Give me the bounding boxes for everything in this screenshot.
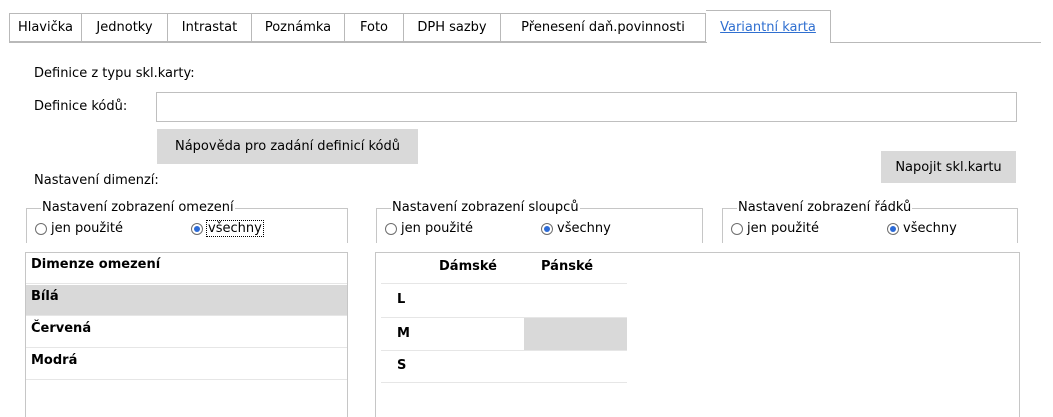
matrix-column-header: Pánské [541,259,594,274]
tab-foto[interactable]: Foto [345,13,404,42]
radio-on-icon [887,222,899,235]
tab-variantni-karta[interactable]: Variantní karta [706,10,831,43]
group-title: Nastavení zobrazení sloupců [391,200,580,215]
list-item-label: Modrá [31,353,78,368]
radio-off-icon [385,222,397,235]
definice-z-typu-label: Definice z typu skl.karty: [34,66,195,81]
radio-row: jen použité všechny [27,220,347,239]
tab-jednotky[interactable]: Jednotky [82,13,168,42]
matrix-row-header: S [397,358,407,373]
napoveda-button[interactable]: Nápověda pro zadání definicí kódů [157,129,418,164]
radio-row: jen použité všechny [723,221,1017,239]
radio-label: všechny [557,221,611,236]
matrix-cell-selected[interactable] [524,318,627,350]
tab-label: Hlavička [17,20,74,35]
radio-off-icon [731,222,743,235]
definice-kodu-field[interactable] [156,92,1017,122]
tab-dph-sazby[interactable]: DPH sazby [404,13,501,42]
restriction-list-header: Dimenze omezení [26,253,347,284]
group-zobrazeni-sloupcu: Nastavení zobrazení sloupců jen použité … [376,200,703,243]
group-zobrazeni-radku: Nastavení zobrazení řádků jen použité vš… [722,200,1018,243]
radio-label: jen použité [51,221,123,236]
list-item-label: Bílá [31,289,59,304]
napoveda-button-label: Nápověda pro zadání definicí kódů [174,139,401,154]
active-tab-gap [707,41,830,43]
radio-on-icon [191,222,203,235]
radio-on-icon [541,222,553,235]
radio-omezeni-vsechny[interactable]: všechny [191,220,264,237]
matrix-grid-line [381,382,627,383]
radio-radku-vsechny[interactable]: všechny [887,221,957,236]
radio-radku-jen-pouzite[interactable]: jen použité [731,221,819,236]
list-item-bila[interactable]: Bílá [26,285,347,316]
napojit-skl-karta-button[interactable]: Napojit skl.kartu [881,151,1016,183]
matrix-cell[interactable] [524,351,627,382]
matrix-cell[interactable] [421,351,524,382]
radio-omezeni-jen-pouzite[interactable]: jen použité [35,221,123,236]
tab-preneseni-dane[interactable]: Přenesení daň.povinnosti [501,13,706,42]
radio-sloupcu-jen-pouzite[interactable]: jen použité [385,221,473,236]
list-item-cervena[interactable]: Červená [26,317,347,348]
tab-label: Přenesení daň.povinnosti [521,20,685,35]
matrix-row-header: M [397,326,410,341]
tab-poznamka[interactable]: Poznámka [252,13,345,42]
restriction-list-panel: Dimenze omezení Bílá Červená Modrá [25,252,348,417]
tab-divider [9,42,1041,43]
list-item-modra[interactable]: Modrá [26,349,347,380]
radio-label: všechny [206,220,264,237]
restriction-header-label: Dimenze omezení [31,257,161,272]
matrix-panel: Dámské Pánské L M S [375,252,1020,417]
matrix-cell[interactable] [421,318,524,350]
radio-label: jen použité [747,221,819,236]
radio-label: všechny [903,221,957,236]
group-zobrazeni-omezeni: Nastavení zobrazení omezení jen použité … [26,200,348,243]
nastaveni-dimenzi-label: Nastavení dimenzí: [34,173,159,188]
radio-off-icon [35,222,47,235]
matrix-row-header: L [397,292,406,307]
napojit-button-label: Napojit skl.kartu [895,159,1002,175]
group-title: Nastavení zobrazení omezení [41,200,235,215]
tab-intrastat[interactable]: Intrastat [168,13,252,42]
tab-label: Foto [359,20,389,35]
group-title: Nastavení zobrazení řádků [737,200,913,215]
radio-sloupcu-vsechny[interactable]: všechny [541,221,611,236]
tab-hlavicka[interactable]: Hlavička [9,13,82,42]
radio-label: jen použité [401,221,473,236]
tab-label: Poznámka [264,20,332,35]
definice-kodu-label: Definice kódů: [34,99,128,114]
radio-row: jen použité všechny [377,221,702,239]
list-item-label: Červená [31,321,92,336]
matrix-cell[interactable] [524,284,627,317]
tab-label: Jednotky [96,20,153,35]
matrix-cell[interactable] [421,284,524,317]
tab-label: Variantní karta [720,19,816,35]
matrix-column-header: Dámské [439,259,497,274]
tab-label: Intrastat [181,20,238,35]
tab-label: DPH sazby [417,20,487,35]
